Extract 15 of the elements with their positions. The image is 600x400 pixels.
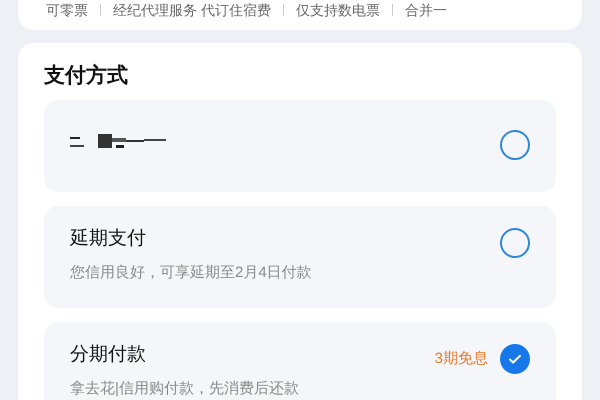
invoice-tag: 可零票 — [46, 1, 88, 19]
promo-label: 3期免息 — [434, 348, 488, 369]
option-description: 拿去花|信用购付款，先消费后还款 — [70, 380, 299, 398]
option-description: 您信用良好，可享延期至2月4日付款 — [70, 264, 312, 282]
checked-radio-icon[interactable] — [500, 344, 530, 374]
payment-option[interactable]: 分期付款 拿去花|信用购付款，先消费后还款 3期免息 — [44, 322, 556, 400]
invoice-tag: 合并一 — [404, 1, 447, 19]
invoice-tag: 经纪代理服务 代订住宿费 — [113, 1, 271, 19]
option-title: 延期支付 — [70, 228, 146, 250]
invoice-tag: 仅支持数电票 — [296, 1, 380, 19]
option-title: 分期付款 — [70, 344, 146, 366]
radio-icon[interactable] — [500, 228, 530, 258]
section-title: 支付方式 — [44, 65, 128, 86]
payment-option[interactable]: 延期支付 您信用良好，可享延期至2月4日付款 — [44, 206, 556, 308]
radio-icon[interactable] — [500, 130, 530, 160]
